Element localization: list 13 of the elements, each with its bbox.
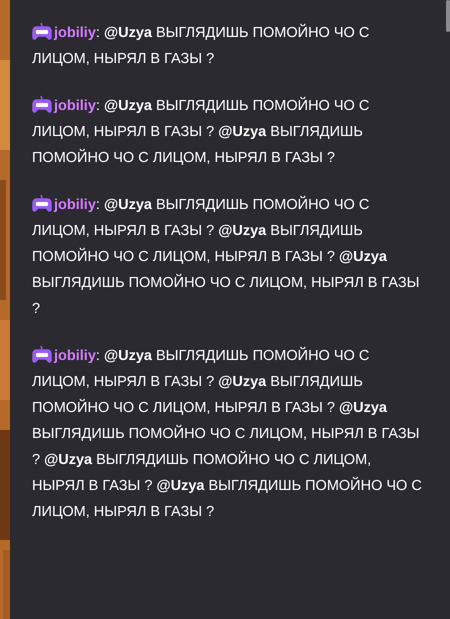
gamepad-icon xyxy=(32,95,52,113)
scrollbar-thumb[interactable] xyxy=(446,0,450,32)
gamepad-icon xyxy=(32,345,52,363)
chat-message: jobiliy: @Uzya ВЫГЛЯДИШЬ ПОМОЙНО ЧО С ЛИЦОМ, НЫРЯЛ В ГАЗЫ ? @Uzya ВЫГЛЯДИШЬ ПОМОЙНО ЧО С ЛИЦОМ, НЫРЯЛ В ГАЗЫ ? @Uzya ВЫГЛЯДИШЬ ПОМОЙНО ЧО С ЛИЦОМ, НЫРЯЛ В ГАЗЫ ? xyxy=(32,192,424,322)
username-link[interactable]: jobiliy xyxy=(54,25,96,41)
username-link[interactable]: jobiliy xyxy=(54,98,96,114)
username-link[interactable]: jobiliy xyxy=(54,348,96,364)
gamepad-icon xyxy=(32,22,52,40)
gamepad-icon xyxy=(32,194,52,212)
chat-message: jobiliy: @Uzya ВЫГЛЯДИШЬ ПОМОЙНО ЧО С ЛИЦОМ, НЫРЯЛ В ГАЗЫ ? @Uzya ВЫГЛЯДИШЬ ПОМОЙНО ЧО С ЛИЦОМ, НЫРЯЛ В ГАЗЫ ? xyxy=(32,93,424,171)
chat-message: jobiliy: @Uzya ВЫГЛЯДИШЬ ПОМОЙНО ЧО С ЛИЦОМ, НЫРЯЛ В ГАЗЫ ? @Uzya ВЫГЛЯДИШЬ ПОМОЙНО ЧО С ЛИЦОМ, НЫРЯЛ В ГАЗЫ ? @Uzya ВЫГЛЯДИШЬ ПОМОЙНО ЧО С ЛИЦОМ, НЫРЯЛ В ГАЗЫ ? @Uzya ВЫГЛЯДИШЬ ПОМОЙНО ЧО С ЛИЦОМ, НЫРЯЛ В ГАЗЫ ? @Uzya ВЫГЛЯДИШЬ ПОМОЙНО ЧО С ЛИЦОМ, НЫРЯЛ В ГАЗЫ ? xyxy=(32,343,424,525)
chat-message: jobiliy: @Uzya ВЫГЛЯДИШЬ ПОМОЙНО ЧО С ЛИЦОМ, НЫРЯЛ В ГАЗЫ ? xyxy=(32,20,424,72)
username-link[interactable]: jobiliy xyxy=(54,197,96,213)
